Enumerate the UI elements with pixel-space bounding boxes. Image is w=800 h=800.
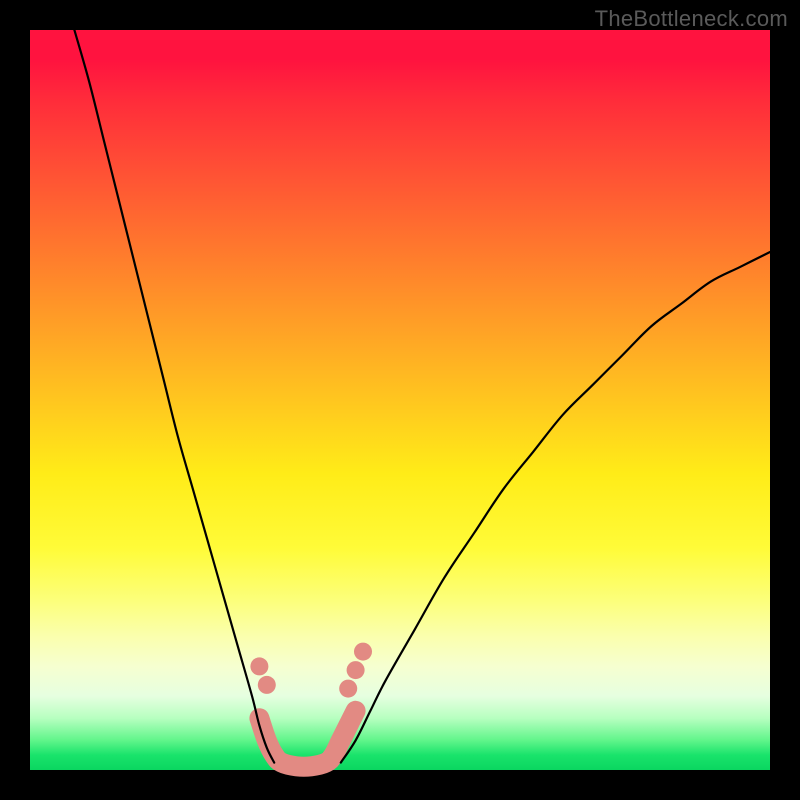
left-curve-line (74, 30, 274, 763)
valley-marker-dot (354, 643, 372, 661)
plot-area (30, 30, 770, 770)
chart-frame: TheBottleneck.com (0, 0, 800, 800)
watermark-text: TheBottleneck.com (595, 6, 788, 32)
plot-overlay (30, 30, 770, 770)
valley-marker-dot (258, 676, 276, 694)
valley-floor-line (259, 711, 355, 767)
valley-marker-dot (347, 661, 365, 679)
right-curve-line (341, 252, 770, 763)
valley-marker-dot (339, 680, 357, 698)
valley-marker-dot (250, 657, 268, 675)
